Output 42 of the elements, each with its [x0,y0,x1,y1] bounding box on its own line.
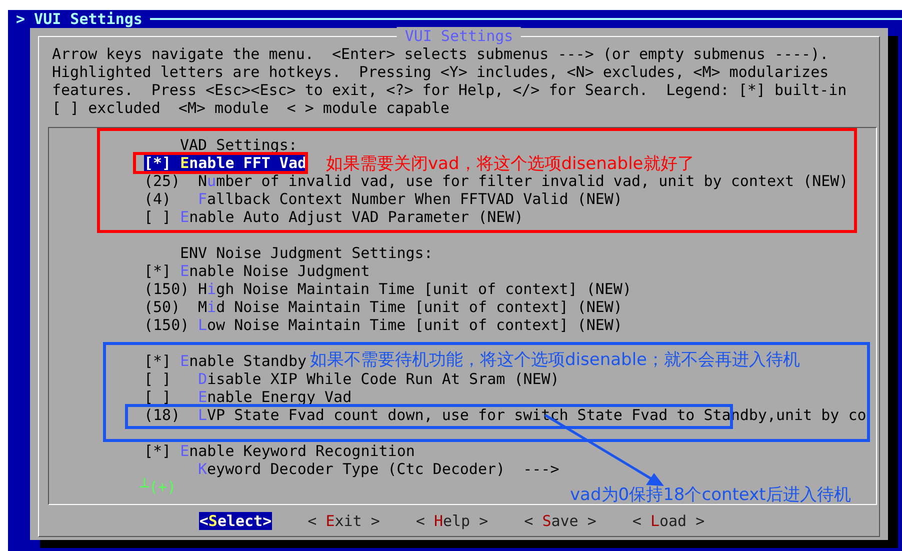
menu-item[interactable]: (150) Low Noise Maintain Time [unit of context] (NEW) [144,316,622,334]
menu-item[interactable]: [*] Enable Keyword Recognition [144,442,415,460]
checkbox[interactable]: [*] [144,442,172,460]
value-field[interactable]: (50) [144,298,198,316]
checkbox[interactable]: [ ] [144,388,172,406]
more-indicator: ┴(+) [140,478,176,496]
checkbox[interactable]: [*] [144,154,172,172]
help-text: features. Press <Esc><Esc> to exit, <?> for Help, </> for Search. Legend: [*] built-in [52,81,848,99]
help-text: Highlighted letters are hotkeys. Pressing <Y> includes, <N> excludes, <M> modularizes [52,63,830,81]
section-heading: ENV Noise Judgment Settings: [180,244,433,262]
menu-item[interactable]: (4) Fallback Context Number When FFTVAD Valid (NEW) [144,190,622,208]
menu-item[interactable]: Keyword Decoder Type (Ctc Decoder) ---> [144,460,560,478]
menu-item[interactable]: (150) High Noise Maintain Time [unit of context] (NEW) [144,280,632,298]
dialog-button[interactable]: < Exit > [308,512,380,530]
menu-item[interactable]: [*] Enable Standby [144,352,307,370]
annotation-note: 如果需要关闭vad，将这个选项disenable就好了 [326,153,694,174]
value-field[interactable]: (4) [144,190,198,208]
dialog-title: VUI Settings [396,27,522,45]
menu-item[interactable]: [ ] Enable Energy Vad [144,388,352,406]
help-text: Arrow keys navigate the menu. <Enter> selects submenus ---> (or empty submenus ----). [52,45,830,63]
value-field[interactable]: (150) [144,280,198,298]
menu-item[interactable]: [ ] Enable Auto Adjust VAD Parameter (NEW) [144,208,524,226]
value-field[interactable]: (150) [144,316,198,334]
menu-item[interactable]: (50) Mid Noise Maintain Time [unit of context] (NEW) [144,298,622,316]
dialog-button[interactable]: < Save > [524,512,596,530]
value-field[interactable]: (25) [144,172,198,190]
checkbox[interactable]: [*] [144,352,172,370]
section-heading: VAD Settings: [180,136,298,154]
menu-item[interactable]: (25) Number of invalid vad, use for filter invalid vad, unit by context (NEW) [144,172,848,190]
annotation-note: vad为0保持18个context后进入待机 [570,484,851,506]
dialog-button[interactable]: < Help > [416,512,488,530]
help-text: [ ] excluded <M> module < > module capable [52,99,450,117]
checkbox[interactable]: [ ] [144,370,172,388]
value-field[interactable]: (18) [144,406,198,424]
checkbox[interactable]: [ ] [144,208,172,226]
dialog-button[interactable]: < Load > [632,512,705,530]
checkbox[interactable]: [*] [144,262,172,280]
dialog-button[interactable]: <Select> [199,512,272,530]
breadcrumb-title: > VUI Settings [16,10,142,28]
annotation-note: 如果不需要待机功能，将这个选项disenable；就不会再进入待机 [310,349,800,371]
menu-item[interactable]: [*] Enable Noise Judgment [144,262,370,280]
menu-item[interactable]: [ ] Disable XIP While Code Run At Sram (NEW) [144,370,560,388]
